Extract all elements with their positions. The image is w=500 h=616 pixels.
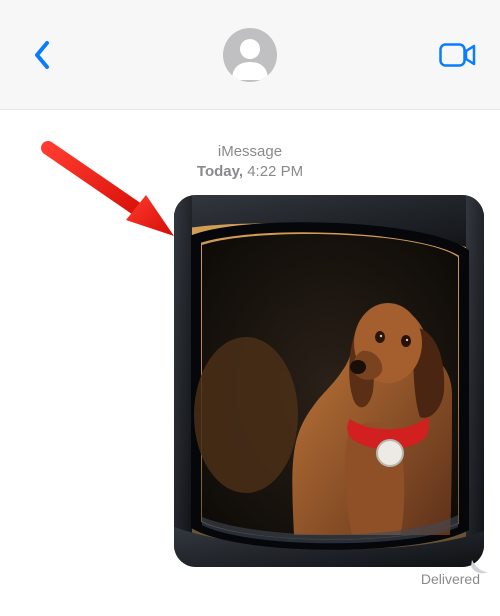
video-camera-icon xyxy=(439,42,477,68)
contact-avatar[interactable] xyxy=(223,28,277,82)
photo-message[interactable] xyxy=(174,195,484,567)
date-label: Today, xyxy=(197,163,243,180)
chevron-left-icon xyxy=(33,40,51,70)
delivery-status: Delivered xyxy=(0,567,500,587)
service-label: iMessage xyxy=(0,142,500,162)
message-row-outgoing xyxy=(0,183,500,567)
thread-timestamp: iMessage Today, 4:22 PM xyxy=(0,142,500,183)
photo-content xyxy=(174,195,484,567)
back-button[interactable] xyxy=(20,33,64,77)
person-icon xyxy=(223,28,277,82)
facetime-video-button[interactable] xyxy=(436,33,480,77)
time-label: 4:22 PM xyxy=(247,163,303,180)
conversation-header xyxy=(0,0,500,110)
